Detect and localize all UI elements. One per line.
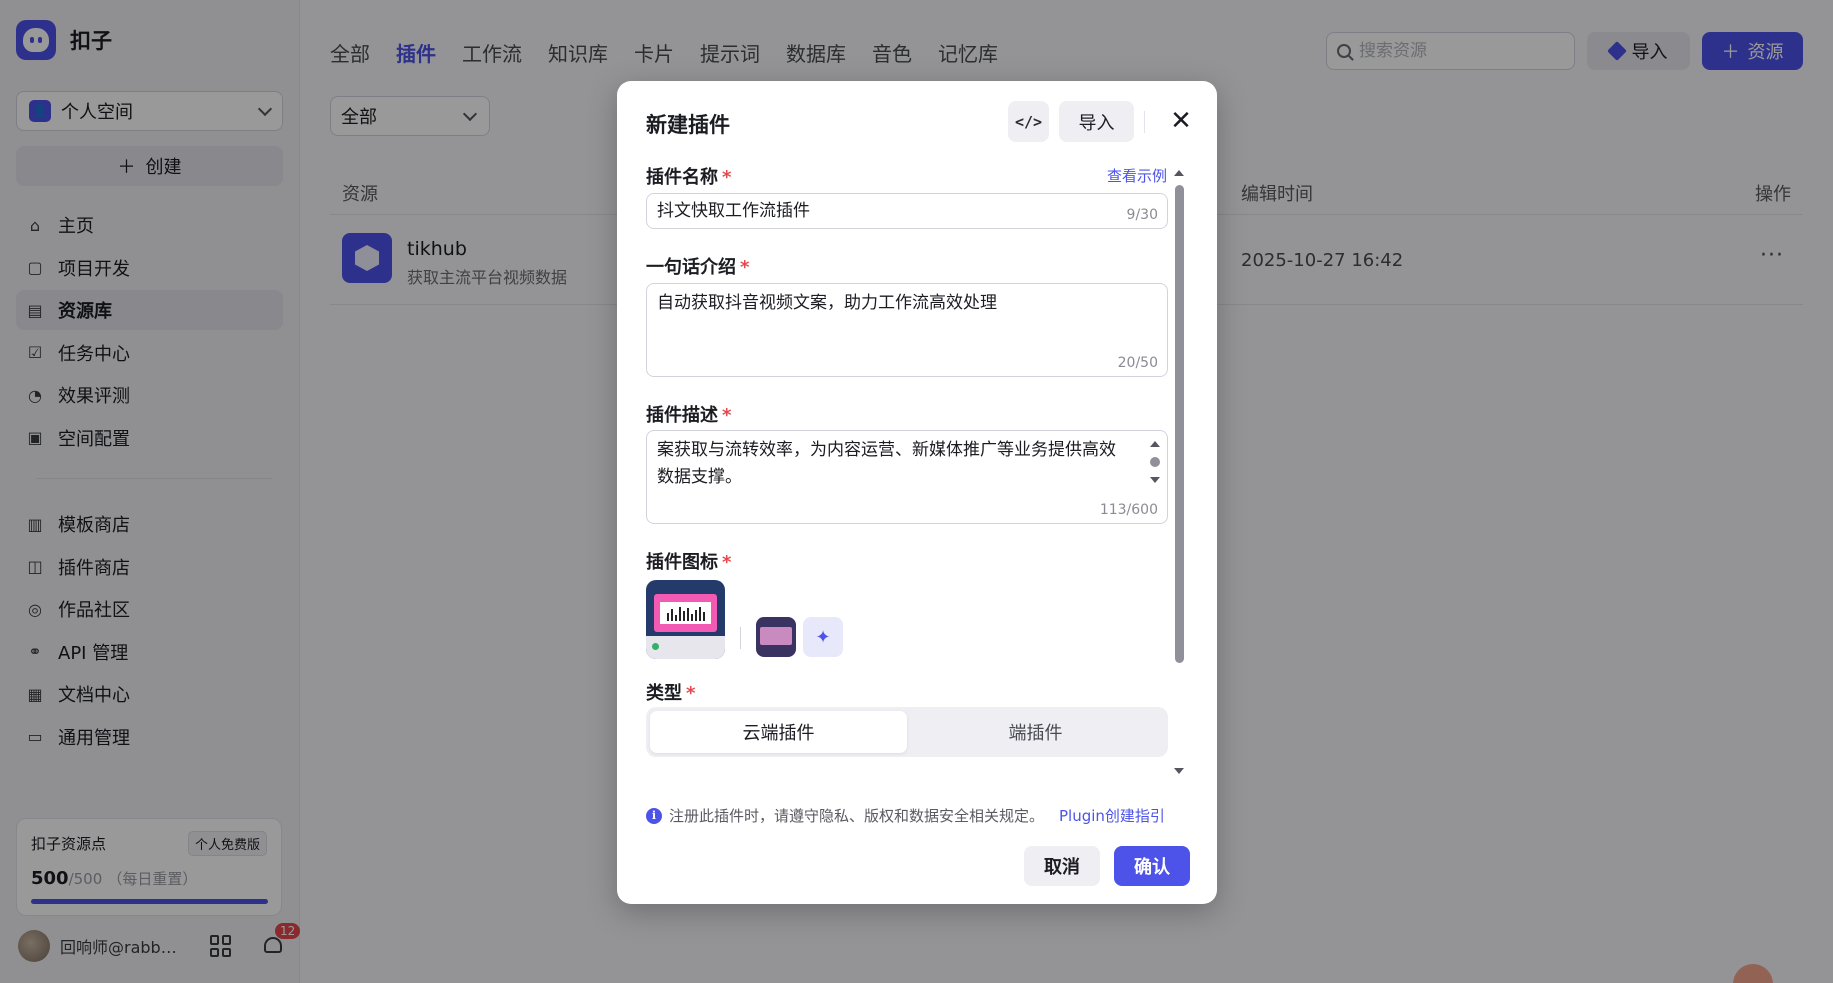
intro-field[interactable]: 自动获取抖音视频文案，助力工作流高效处理 20/50: [646, 283, 1168, 377]
label-text: 类型: [646, 683, 682, 704]
char-counter: 113/600: [1099, 502, 1158, 518]
plugin-icon-thumbnail[interactable]: [756, 617, 796, 657]
intro-value: 自动获取抖音视频文案，助力工作流高效处理: [657, 293, 997, 313]
required-mark: *: [686, 683, 696, 704]
close-icon[interactable]: ✕: [1161, 101, 1201, 141]
description-value: 案获取与流转效率，为内容运营、新媒体推广等业务提供高效数据支撑。: [657, 440, 1116, 487]
plugin-name-field[interactable]: 抖文快取工作流插件 9/30: [646, 193, 1168, 229]
plugin-name-value: 抖文快取工作流插件: [657, 201, 810, 221]
guide-link[interactable]: Plugin创建指引: [1059, 805, 1165, 826]
label-text: 插件描述: [646, 405, 718, 426]
plugin-type-segmented: 云端插件 端插件: [646, 707, 1168, 757]
char-counter: 20/50: [1117, 355, 1158, 371]
dialog-title: 新建插件: [646, 113, 730, 137]
cancel-button[interactable]: 取消: [1024, 846, 1100, 886]
required-mark: *: [722, 405, 732, 426]
code-icon[interactable]: </>: [1008, 101, 1049, 142]
notice-text: 注册此插件时，请遵守隐私、版权和数据安全相关规定。: [669, 807, 1045, 825]
label-text: 插件图标: [646, 552, 718, 573]
description-label: 插件描述 *: [646, 401, 731, 427]
scroll-up-icon[interactable]: [1174, 170, 1184, 176]
label-text: 一句话介绍: [646, 257, 736, 278]
plugin-icon-label: 插件图标 *: [646, 548, 731, 574]
intro-label: 一句话介绍 *: [646, 253, 749, 279]
dialog-scrollbar[interactable]: [1175, 185, 1184, 663]
compliance-notice: i 注册此插件时，请遵守隐私、版权和数据安全相关规定。 Plugin创建指引: [646, 805, 1165, 826]
confirm-button[interactable]: 确认: [1114, 846, 1190, 886]
create-plugin-dialog: 新建插件 </> 导入 ✕ 插件名称 * 查看示例 抖文快取工作流插件 9/30 …: [617, 81, 1217, 904]
view-example-link[interactable]: 查看示例: [1107, 165, 1167, 186]
dialog-import-button[interactable]: 导入: [1059, 101, 1134, 142]
info-icon: i: [646, 807, 662, 824]
type-label: 类型 *: [646, 679, 695, 705]
description-field[interactable]: 案获取与流转效率，为内容运营、新媒体推广等业务提供高效数据支撑。 113/600: [646, 430, 1168, 524]
plugin-icon-preview[interactable]: [646, 580, 725, 659]
textarea-scrollbar[interactable]: [1149, 441, 1161, 501]
label-text: 插件名称: [646, 167, 718, 188]
required-mark: *: [722, 552, 732, 573]
scroll-down-icon[interactable]: [1174, 768, 1184, 774]
type-option-cloud[interactable]: 云端插件: [650, 711, 907, 753]
plugin-name-label: 插件名称 *: [646, 163, 731, 189]
divider: [740, 627, 741, 649]
required-mark: *: [740, 257, 750, 278]
ai-generate-icon[interactable]: ✦: [803, 617, 843, 657]
divider: [1144, 111, 1145, 133]
required-mark: *: [722, 167, 732, 188]
char-counter: 9/30: [1126, 207, 1158, 223]
type-option-local[interactable]: 端插件: [907, 711, 1164, 753]
